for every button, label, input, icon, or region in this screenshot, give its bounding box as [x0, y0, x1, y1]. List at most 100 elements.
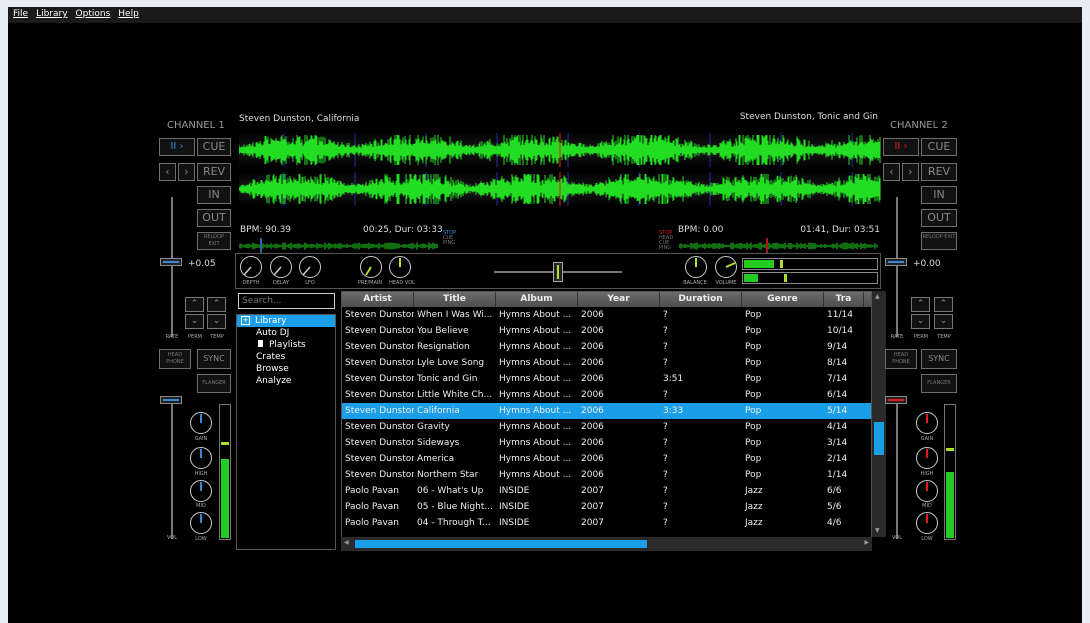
scroll-right-icon[interactable]: ▶ [864, 539, 869, 546]
sidebar-item-browse[interactable]: Browse [237, 363, 335, 375]
channel2-flanger-button[interactable]: FLANGER [921, 374, 957, 393]
channel2-sync-button[interactable]: SYNC [921, 349, 957, 369]
channel2-volume-fader[interactable] [885, 396, 907, 404]
channel1-play-button[interactable]: II › [159, 138, 195, 156]
channel2-back-button[interactable]: ‹ [883, 163, 900, 181]
channel1-sync-button[interactable]: SYNC [197, 349, 231, 369]
channel2-loop-out-button[interactable]: OUT [921, 209, 957, 227]
channel1-loop-in-button[interactable]: IN [197, 186, 231, 204]
column-header[interactable]: Year [578, 292, 660, 307]
channel1-volume-fader[interactable] [160, 396, 182, 404]
channel2-reloop-button[interactable]: RELOOP EXIT [921, 232, 957, 250]
table-row[interactable]: Paolo Pavan 06 - What's Up INSIDE 2007? Jazz… [342, 483, 871, 499]
channel1-flanger-button[interactable]: FLANGER [197, 374, 231, 393]
sidebar-item-library[interactable]: + Library [237, 315, 335, 327]
table-row[interactable]: Steven DunstonLittle White Ch... Hymns Ab… [342, 387, 871, 403]
menu-library[interactable]: Library [31, 7, 70, 19]
scroll-down-icon[interactable]: ▼ [875, 527, 880, 534]
column-header[interactable]: Album [496, 292, 578, 307]
column-header[interactable]: Genre [742, 292, 824, 307]
table-row[interactable]: Steven DunstonResignation Hymns About ...… [342, 339, 871, 355]
vertical-scroll-thumb[interactable] [874, 422, 884, 455]
channel2-mid-knob[interactable] [916, 480, 938, 502]
table-row[interactable]: Steven DunstonAmerica Hymns About ... 2006… [342, 451, 871, 467]
channel1-rate-value: +0.05 [188, 259, 216, 269]
channel2-overview-waveform[interactable] [678, 238, 879, 254]
column-header[interactable]: Title [414, 292, 496, 307]
table-row[interactable]: Paolo Pavan 04 - Through T... INSIDE 2007? J… [342, 515, 871, 531]
channel1-back-button[interactable]: ‹ [159, 163, 176, 181]
table-row[interactable]: Steven DunstonCalifornia Hymns About ... 2… [342, 403, 871, 419]
column-header[interactable]: Duration [660, 292, 742, 307]
channel2-gain-knob[interactable] [916, 412, 938, 434]
menu-file[interactable]: File [8, 7, 31, 19]
channel1-rate-down-perm[interactable]: ⌄ [185, 314, 204, 329]
scroll-up-icon[interactable]: ▲ [875, 293, 880, 300]
channel1-cue-button[interactable]: CUE [197, 138, 231, 156]
channel2-volume-track [896, 399, 898, 539]
table-row[interactable]: Steven DunstonGravity Hymns About ... 2006… [342, 419, 871, 435]
pre-main-knob[interactable] [360, 256, 382, 278]
channel1-rate-slider[interactable] [160, 258, 182, 266]
table-row[interactable]: Steven DunstonSideways Hymns About ... 200… [342, 435, 871, 451]
table-row[interactable]: Steven DunstonYou Believe Hymns About ...… [342, 323, 871, 339]
channel1-rate-up-perm[interactable]: ⌃ [185, 297, 204, 312]
channel1-headphone-button[interactable]: HEAD PHONE [159, 349, 191, 369]
channel2-high-knob[interactable] [916, 447, 938, 469]
channel2-rate-slider[interactable] [885, 258, 907, 266]
channel2-rate-up-perm[interactable]: ⌃ [911, 297, 930, 312]
channel1-high-knob[interactable] [190, 447, 212, 469]
sidebar-item-analyze[interactable]: Analyze [237, 375, 335, 387]
menu-options[interactable]: Options [71, 7, 114, 19]
channel2-cue-button[interactable]: CUE [921, 138, 957, 156]
table-cell: 2/14 [827, 454, 848, 464]
expand-icon[interactable]: + [241, 316, 250, 325]
menu-help[interactable]: Help [113, 7, 142, 19]
table-row[interactable]: Steven DunstonTonic and Gin Hymns About .… [342, 371, 871, 387]
channel2-rate-up-temp[interactable]: ⌃ [934, 297, 953, 312]
crossfader[interactable] [553, 262, 563, 282]
channel2-rate-down-temp[interactable]: ⌄ [934, 314, 953, 329]
horizontal-scroll-thumb[interactable] [355, 540, 647, 548]
balance-knob[interactable] [685, 256, 707, 278]
head-vol-knob[interactable] [389, 256, 411, 278]
channel1-low-knob[interactable] [190, 512, 212, 534]
library-search-input[interactable] [238, 293, 335, 309]
flanger-lfo-knob[interactable] [299, 256, 321, 278]
vertical-scrollbar[interactable]: ▲ ▼ [872, 291, 886, 537]
table-row[interactable]: Steven DunstonNorthern Star Hymns About .… [342, 467, 871, 483]
channel2-play-button[interactable]: II › [883, 138, 919, 156]
sidebar-item-crates[interactable]: Crates [237, 351, 335, 363]
channel1-forward-button[interactable]: › [178, 163, 195, 181]
channel1-reloop-button[interactable]: RELOOP EXIT [197, 232, 231, 250]
flanger-delay-knob[interactable] [270, 256, 292, 278]
scroll-left-icon[interactable]: ◀ [344, 539, 349, 546]
column-header[interactable]: Artist [342, 292, 414, 307]
channel1-mid-knob[interactable] [190, 480, 212, 502]
table-row[interactable]: Steven DunstonWhen I Was Wi... Hymns Abou… [342, 307, 871, 323]
channel1-rate-up-temp[interactable]: ⌃ [207, 297, 226, 312]
column-header[interactable]: Tra [824, 292, 864, 307]
channel1-overview-waveform[interactable] [238, 238, 439, 254]
channel2-waveform[interactable] [239, 172, 881, 206]
channel1-gain-knob[interactable] [190, 412, 212, 434]
channel2-headphone-button[interactable]: HEAD PHONE [885, 349, 917, 369]
channel2-rate-down-perm[interactable]: ⌄ [911, 314, 930, 329]
table-row[interactable]: Paolo Pavan 05 - Blue Night... INSIDE 2007?… [342, 499, 871, 515]
sidebar-item-playlists[interactable]: Playlists [237, 339, 335, 351]
channel2-low-knob[interactable] [916, 512, 938, 534]
channel1-waveform[interactable] [239, 133, 881, 167]
channel2-loop-in-button[interactable]: IN [921, 186, 957, 204]
channel2-forward-button[interactable]: › [902, 163, 919, 181]
horizontal-scrollbar[interactable]: ◀ ▶ [341, 537, 872, 551]
channel1-rate-down-temp[interactable]: ⌄ [207, 314, 226, 329]
sidebar-item-auto-dj[interactable]: Auto DJ [237, 327, 335, 339]
channel1-loop-out-button[interactable]: OUT [197, 209, 231, 227]
table-row[interactable]: Steven DunstonLyle Love Song Hymns About … [342, 355, 871, 371]
table-cell: ? [663, 502, 668, 512]
flanger-depth-knob[interactable] [240, 256, 262, 278]
channel2-indicators: STOP HEAD CUE PING [659, 231, 673, 251]
channel1-rev-button[interactable]: REV [197, 163, 231, 181]
channel2-rev-button[interactable]: REV [921, 163, 957, 181]
master-volume-knob[interactable] [715, 256, 737, 278]
